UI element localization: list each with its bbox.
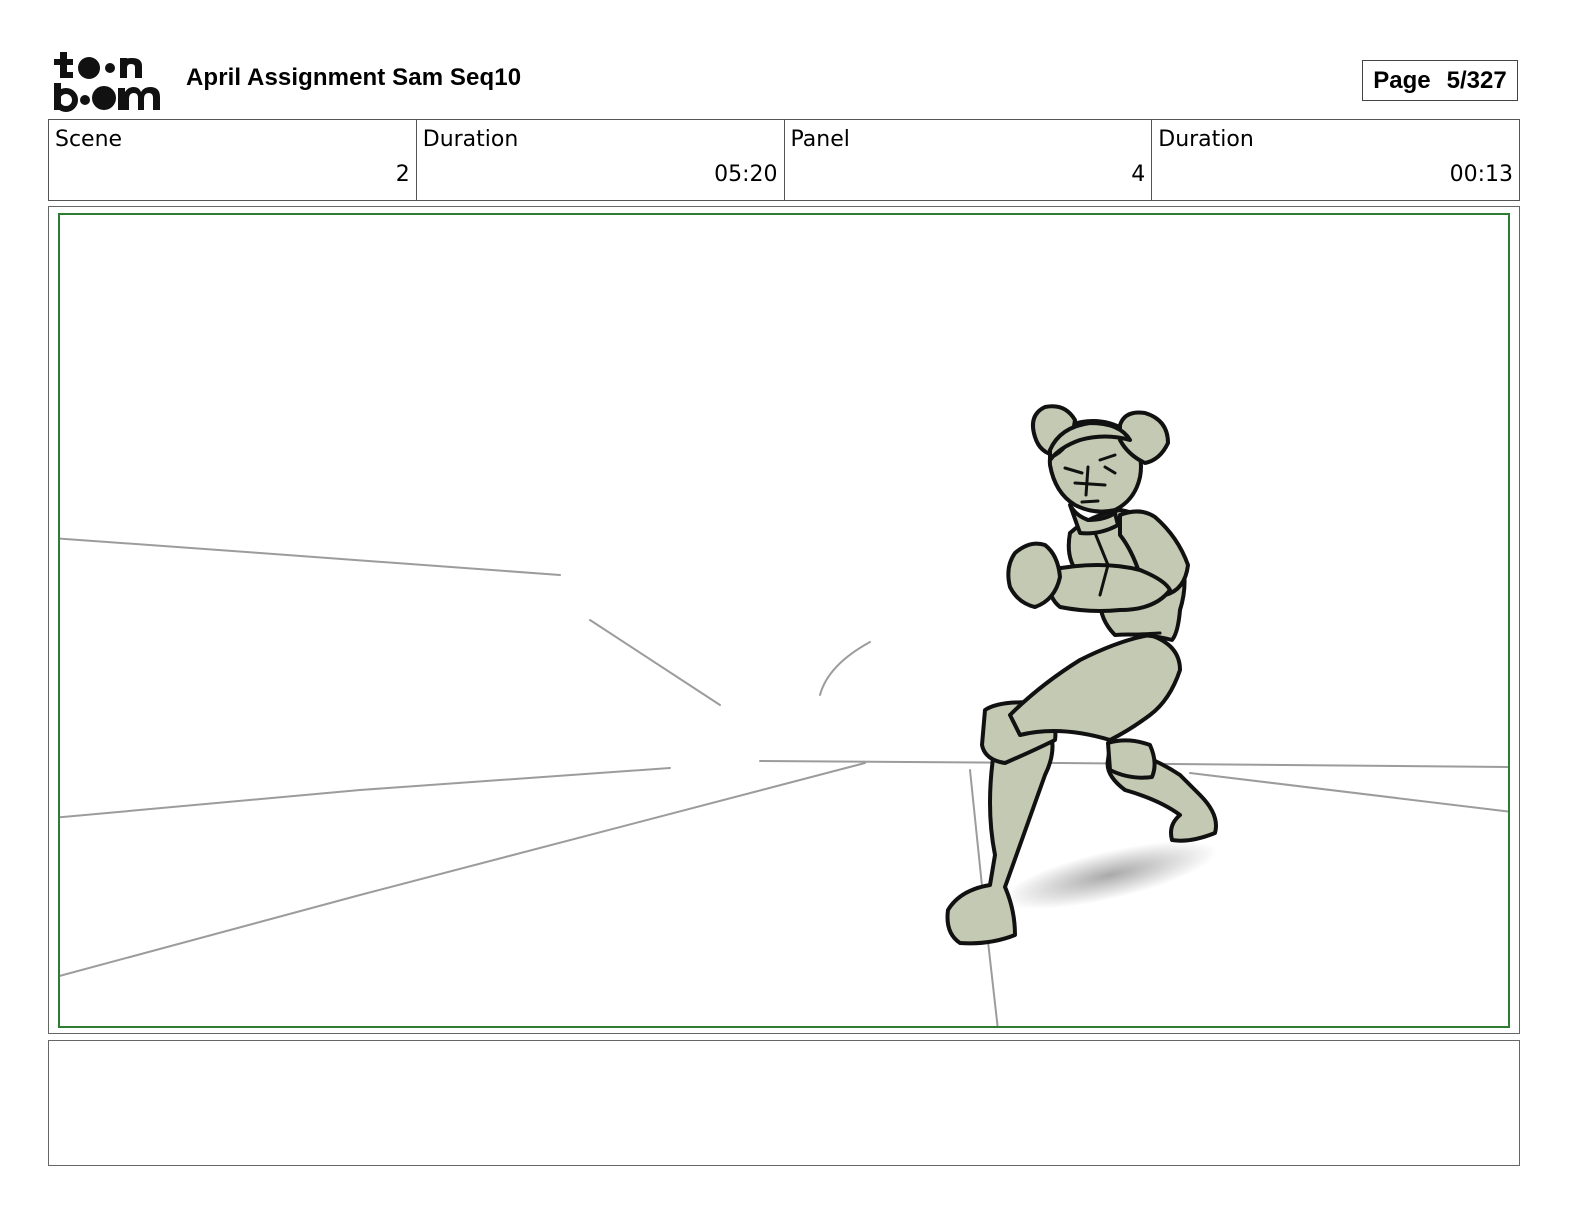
- perspective-lines: [60, 537, 1508, 1026]
- panel-label: Panel: [790, 127, 850, 152]
- document-title: April Assignment Sam Seq10: [186, 64, 522, 91]
- panel-duration-label: Duration: [1158, 127, 1254, 152]
- scene-duration-value: 05:20: [714, 162, 778, 187]
- panel-duration-value: 00:13: [1449, 162, 1513, 187]
- panel-value: 4: [1131, 162, 1146, 187]
- panel-duration-cell: Duration 00:13: [1152, 120, 1519, 200]
- scene-duration-label: Duration: [422, 127, 519, 152]
- scene-label: Scene: [55, 127, 123, 152]
- page-label: Page: [1373, 66, 1431, 94]
- toonboom-logo: [52, 50, 164, 112]
- panel-artwork: [58, 213, 1510, 1028]
- panel-cell: Panel 4: [785, 120, 1153, 200]
- page-indicator: Page 5/327: [1362, 60, 1518, 101]
- scene-value: 2: [395, 162, 410, 187]
- scene-cell: Scene 2: [49, 120, 417, 200]
- panel-notes-area: [48, 1040, 1520, 1166]
- panel-info-row: Scene 2 Duration 05:20 Panel 4 Duration …: [48, 119, 1520, 201]
- page-value: 5/327: [1446, 66, 1507, 94]
- scene-duration-cell: Duration 05:20: [417, 120, 785, 200]
